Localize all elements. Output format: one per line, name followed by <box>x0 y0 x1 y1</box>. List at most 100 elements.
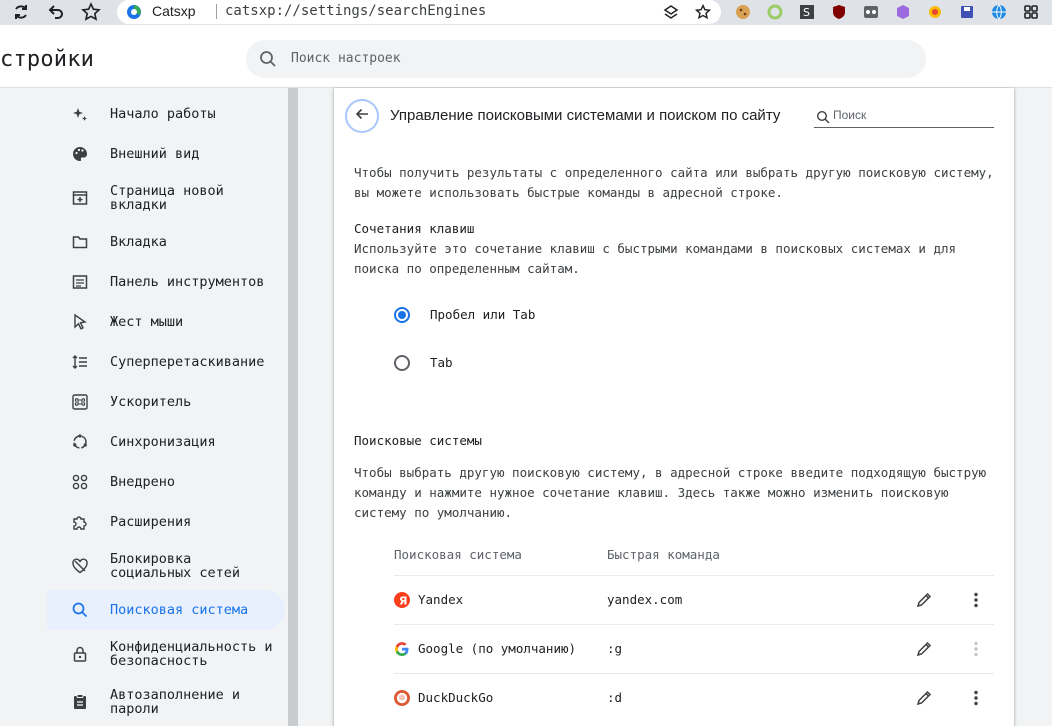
cookie-extension-icon[interactable] <box>734 3 752 21</box>
s-extension-icon[interactable]: S <box>798 3 816 21</box>
star-icon[interactable] <box>694 3 712 21</box>
more-vert-icon[interactable] <box>966 688 986 708</box>
sidebar-item-label: Синхронизация <box>110 434 216 450</box>
sidebar-item-extensions[interactable]: Расширения <box>47 502 285 542</box>
clipboard-icon <box>71 693 89 711</box>
puzzle-icon <box>71 513 89 531</box>
engines-title: Поисковые системы <box>354 433 482 448</box>
address-separator <box>216 4 217 19</box>
address-url: catsxp://settings/searchEngines <box>225 3 487 19</box>
sidebar-item-embedded[interactable]: Внедрено <box>47 462 285 502</box>
sidebar-item-label: Жест мыши <box>110 314 184 330</box>
sidebar-item-privacy[interactable]: Конфиденциальность и безопасность <box>47 634 285 674</box>
sidebar-item-label: Ускоритель <box>110 394 192 410</box>
column-header-keyword: Быстрая команда <box>607 547 720 562</box>
folder-tab-icon <box>71 233 89 251</box>
edit-pencil-icon[interactable] <box>914 639 934 659</box>
arrow-left-icon <box>354 106 370 126</box>
sidebar-scrollbar[interactable] <box>288 88 298 726</box>
settings-search-placeholder: Поиск настроек <box>291 51 401 66</box>
sidebar-item-new-tab-page[interactable]: Страница новой вкладки <box>47 178 285 218</box>
save-extension-icon[interactable] <box>958 3 976 21</box>
sidebar-item-mouse-gesture[interactable]: Жест мыши <box>47 302 285 342</box>
drag-icon <box>71 353 89 371</box>
engine-search-placeholder: Поиск <box>833 108 867 122</box>
palette-icon <box>71 145 89 163</box>
engine-name: Google (по умолчанию) <box>418 641 577 656</box>
sidebar-item-search-engine[interactable]: Поисковая система <box>47 590 285 630</box>
ring-extension-icon[interactable] <box>766 3 784 21</box>
sidebar-item-super-drag[interactable]: Суперперетаскивание <box>47 342 285 382</box>
more-vert-icon <box>966 639 986 659</box>
sidebar-item-appearance[interactable]: Внешний вид <box>47 134 285 174</box>
sidebar-item-toolbar[interactable]: Панель инструментов <box>47 262 285 302</box>
site-logo-icon <box>126 4 142 20</box>
svg-text:S: S <box>803 6 810 19</box>
ublock-icon[interactable] <box>830 3 848 21</box>
sidebar-item-label: Внедрено <box>110 474 176 490</box>
heart-block-icon <box>71 557 89 575</box>
sparkle-icon <box>71 105 89 123</box>
card-title: Управление поисковыми системами и поиско… <box>390 107 781 124</box>
sidebar-item-label: Страница новой вкладки <box>110 183 224 213</box>
sidebar-item-sync[interactable]: Синхронизация <box>47 422 285 462</box>
settings-header: стройки Поиск настроек <box>0 25 1052 88</box>
radio-button-checked[interactable] <box>394 307 410 323</box>
radio-button[interactable] <box>394 355 410 371</box>
duckduckgo-icon <box>394 690 410 706</box>
apps-icon <box>71 473 89 491</box>
shortcut-description: Используйте это сочетание клавиш с быстр… <box>354 241 957 276</box>
sidebar-item-label: Внешний вид <box>110 146 200 162</box>
globe-extension-icon[interactable] <box>990 3 1008 21</box>
command-icon <box>71 393 89 411</box>
engine-name: DuckDuckGo <box>418 690 494 705</box>
sidebar-item-social-block[interactable]: Блокировка социальных сетей <box>47 546 285 586</box>
sidebar-item-label: Автозаполнение и пароли <box>110 687 241 717</box>
bookmark-star-icon[interactable] <box>80 2 102 22</box>
new-tab-icon <box>71 189 89 207</box>
sidebar-item-label: Блокировка социальных сетей <box>110 551 241 581</box>
radio-label: Tab <box>430 355 453 370</box>
more-vert-icon[interactable] <box>966 590 986 610</box>
browser-toolbar: Catsxp catsxp://settings/searchEngines S <box>0 0 1052 25</box>
table-row: Google (по умолчанию) :g <box>394 624 994 673</box>
reload-icon[interactable] <box>10 2 32 22</box>
sidebar-item-get-started[interactable]: Начало работы <box>47 94 285 134</box>
search-icon <box>71 601 89 619</box>
google-icon <box>394 641 410 657</box>
sidebar-item-label: Конфиденциальность и безопасность <box>110 639 273 669</box>
cube-extension-icon[interactable] <box>894 3 912 21</box>
sidebar-item-label: Поисковая система <box>110 602 249 618</box>
cursor-icon <box>71 313 89 331</box>
engine-keyword: :d <box>607 690 623 705</box>
sidebar-item-label: Вкладка <box>110 234 167 250</box>
column-header-engine: Поисковая система <box>394 547 522 562</box>
edit-pencil-icon[interactable] <box>914 688 934 708</box>
settings-search-input[interactable]: Поиск настроек <box>246 40 926 78</box>
radio-label: Пробел или Tab <box>430 307 536 322</box>
address-bar[interactable]: Catsxp catsxp://settings/searchEngines <box>117 0 721 24</box>
address-host: Catsxp <box>152 3 196 19</box>
back-button[interactable] <box>345 99 379 133</box>
sync-icon <box>71 433 89 451</box>
page-title: стройки <box>0 47 95 72</box>
engine-search-input[interactable]: Поиск <box>814 106 994 128</box>
sidebar-item-tab[interactable]: Вкладка <box>47 222 285 262</box>
intro-text: Чтобы получить результаты с определенног… <box>354 165 994 200</box>
reader-extension-icon[interactable] <box>862 3 880 21</box>
sidebar-item-accelerator[interactable]: Ускоритель <box>47 382 285 422</box>
extensions-grid-icon[interactable] <box>1022 3 1040 21</box>
engine-keyword: yandex.com <box>607 592 683 607</box>
layers-icon[interactable] <box>662 3 680 21</box>
table-row: Я Yandex yandex.com <box>394 575 994 624</box>
table-row: DuckDuckGo :d <box>394 673 994 722</box>
engine-name: Yandex <box>418 592 464 607</box>
colorful-extension-icon[interactable] <box>926 3 944 21</box>
sidebar-item-autofill[interactable]: Автозаполнение и пароли <box>47 682 285 722</box>
edit-pencil-icon[interactable] <box>914 590 934 610</box>
shortcut-title: Сочетания клавиш <box>354 221 475 236</box>
search-icon <box>259 50 277 72</box>
undo-icon[interactable] <box>44 2 66 22</box>
svg-text:Я: Я <box>399 595 407 608</box>
search-icon <box>816 109 830 128</box>
